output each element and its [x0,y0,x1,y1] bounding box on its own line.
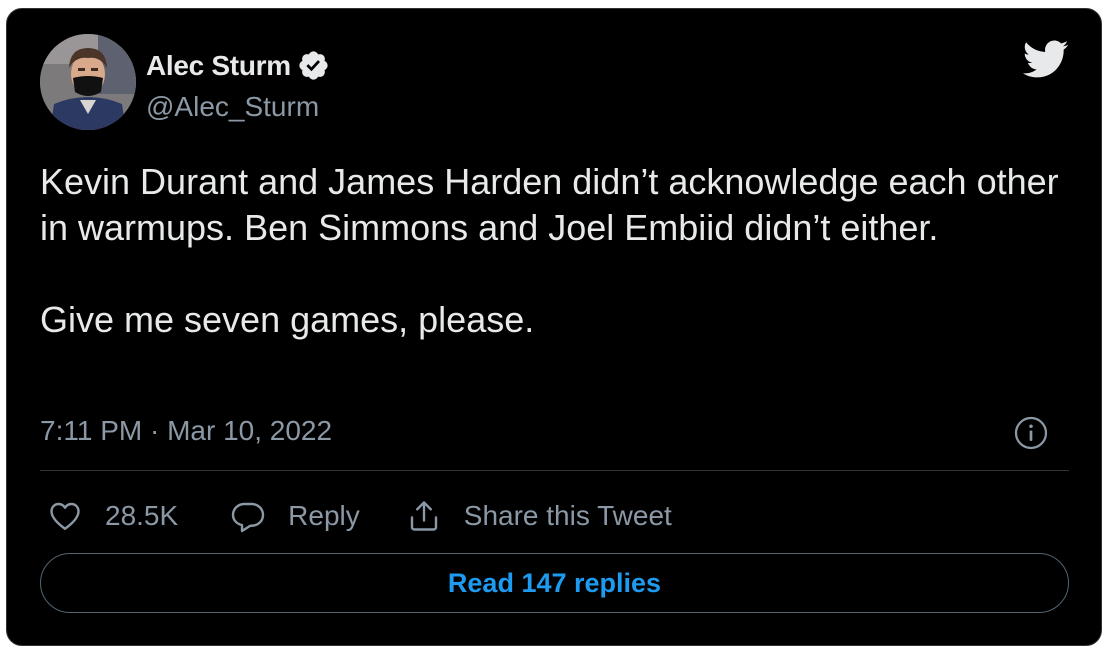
read-replies-button[interactable]: Read 147 replies [40,553,1069,613]
divider [40,470,1069,471]
tweet-text: Kevin Durant and James Harden didn’t ack… [40,161,1059,340]
twitter-bird-icon[interactable] [1021,39,1069,79]
share-upload-icon [410,501,437,531]
author-handle[interactable]: @Alec_Sturm [146,91,319,123]
author-name-row: Alec Sturm [146,49,330,82]
share-button[interactable]: Share this Tweet [406,498,672,534]
verified-badge-icon [299,51,328,80]
reply-button[interactable]: Reply [230,498,360,534]
avatar[interactable] [40,34,136,130]
avatar-image [40,34,136,130]
tweet-card: Alec Sturm @Alec_Sturm Kevin Durant and … [6,8,1102,646]
tweet-timestamp[interactable]: 7:11 PM · Mar 10, 2022 [40,415,332,447]
reply-label: Reply [288,500,360,531]
author-display-name[interactable]: Alec Sturm [146,50,291,82]
heart-icon [50,502,80,530]
tweet-actions: 28.5K Reply Share this Tweet [47,496,672,536]
like-count: 28.5K [105,500,179,531]
info-icon[interactable] [1013,415,1049,451]
reply-bubble-icon [231,502,265,533]
like-button[interactable]: 28.5K [47,498,178,534]
share-label: Share this Tweet [463,500,672,531]
